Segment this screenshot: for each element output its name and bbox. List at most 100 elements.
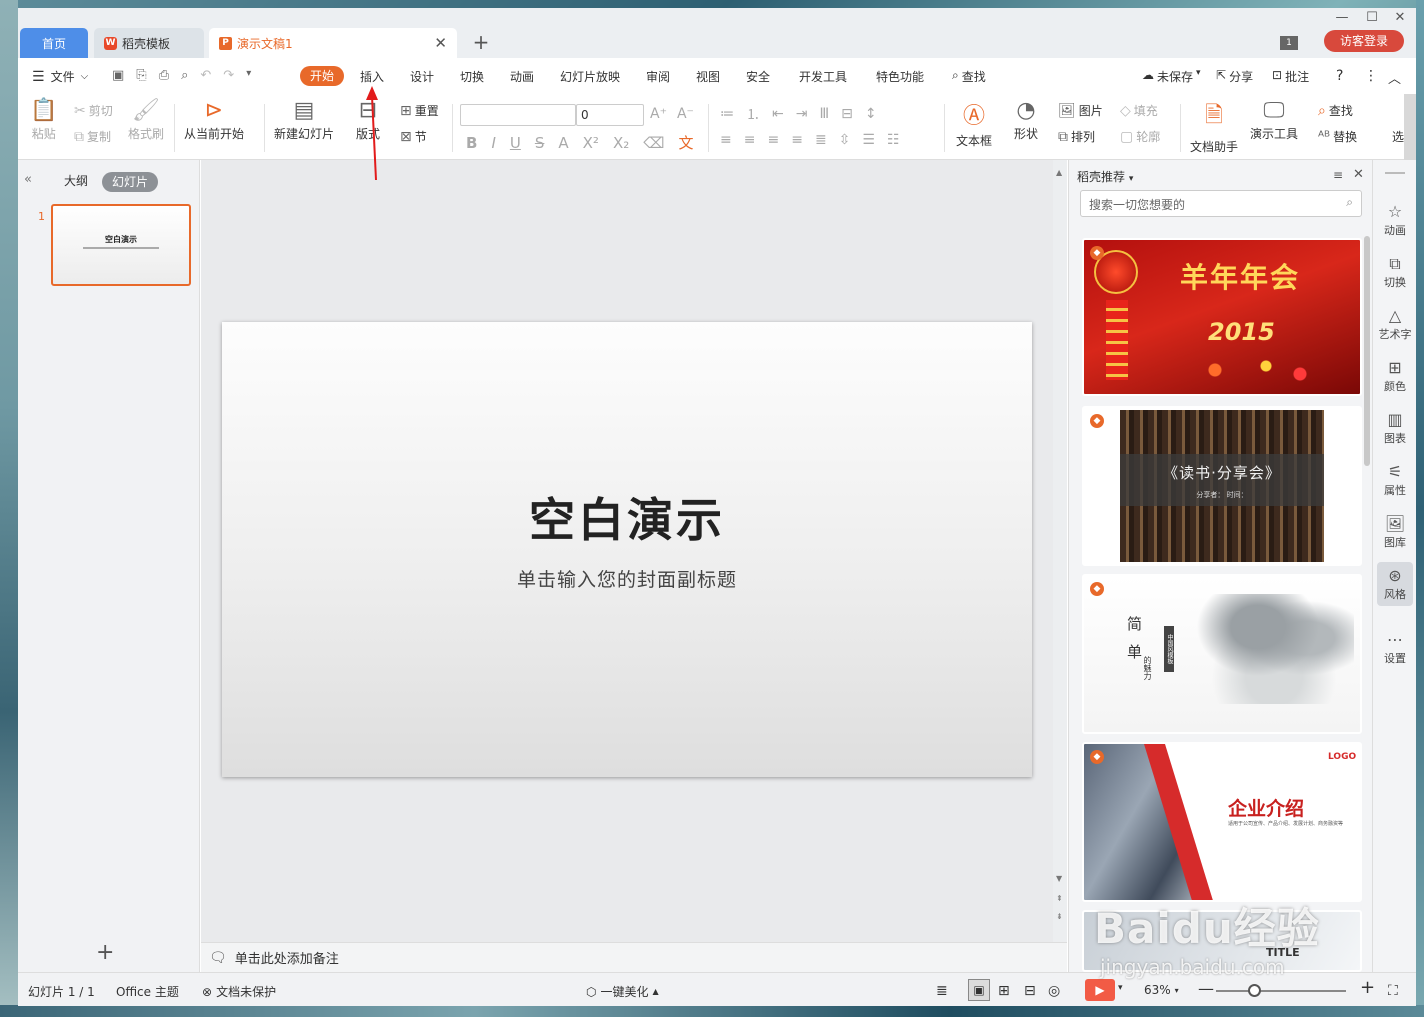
redo-icon[interactable]: ↷	[223, 68, 234, 83]
menu-tab-home[interactable]: 开始	[300, 66, 344, 86]
pane-header[interactable]: 稻壳推荐 ▾	[1077, 168, 1133, 185]
align-text-icon[interactable]: ⊟	[841, 106, 853, 122]
more-icon[interactable]: ⋮	[1364, 68, 1378, 84]
collapse-pane-icon[interactable]: «	[24, 172, 32, 187]
reset-button[interactable]: ⊞ 重置	[400, 102, 439, 119]
close-pane-icon[interactable]: ✕	[1353, 167, 1364, 182]
export-icon[interactable]: ⎘	[136, 68, 146, 83]
section-button[interactable]: ⊠ 节	[400, 128, 427, 145]
italic-icon[interactable]: I	[491, 134, 495, 152]
menu-search[interactable]: ⌕ 查找	[952, 68, 986, 85]
menu-tab-design[interactable]: 设计	[410, 68, 434, 85]
arrange-button[interactable]: ⧉ 排列	[1058, 128, 1095, 145]
zoom-in-icon[interactable]: +	[1360, 977, 1375, 998]
zoom-slider-track[interactable]	[1216, 990, 1346, 992]
grow-font-icon[interactable]: A⁺	[650, 106, 667, 122]
slide[interactable]: 空白演示 单击输入您的封面副标题	[222, 322, 1032, 777]
textbox-button[interactable]: Ⓐ 文本框	[956, 98, 992, 149]
add-slide-button[interactable]: +	[96, 940, 114, 965]
pane-scrollbar[interactable]	[1364, 236, 1370, 466]
numbered-list-icon[interactable]: ⒈	[746, 104, 760, 124]
tab-outline[interactable]: 大纲	[64, 172, 88, 189]
bullet-list-icon[interactable]: ≔	[720, 106, 734, 122]
menu-tab-animation[interactable]: 动画	[510, 68, 534, 85]
sidebar-item-animation[interactable]: ☆ 动画	[1373, 202, 1416, 238]
distribute-icon[interactable]: ≣	[815, 132, 827, 148]
increase-indent-icon[interactable]: ⇥	[796, 106, 808, 122]
unsaved-status[interactable]: ☁ 未保存 ▾	[1142, 68, 1201, 85]
add-tab-button[interactable]: +	[470, 30, 492, 54]
menu-tab-review[interactable]: 审阅	[646, 68, 670, 85]
sorter-view-icon[interactable]: ⊞	[998, 983, 1010, 999]
window-count-badge[interactable]: 1	[1280, 36, 1298, 50]
layout-button[interactable]: ⊟ 版式	[356, 98, 380, 142]
notes-area[interactable]: 🗨 单击此处添加备注	[201, 942, 1067, 972]
zoom-level[interactable]: 63% ▾	[1144, 983, 1179, 997]
template-card[interactable]: ◆ 羊年年会 2015	[1082, 238, 1362, 396]
font-name-select[interactable]	[460, 104, 576, 126]
presentation-tools-button[interactable]: 🖵 演示工具	[1250, 98, 1298, 142]
pinyin-icon[interactable]: 文	[678, 132, 693, 153]
collapse-ribbon-icon[interactable]: ︿	[1388, 68, 1401, 87]
print-preview-icon[interactable]: ⌕	[181, 68, 188, 83]
cut-button[interactable]: ✂ 剪切	[74, 102, 113, 119]
font-color-icon[interactable]: A	[558, 134, 568, 152]
superscript-icon[interactable]: X²	[583, 134, 599, 152]
line-spacing-icon[interactable]: ↕	[865, 106, 877, 122]
tab-home[interactable]: 首页	[20, 28, 88, 58]
column-spacing-icon[interactable]: ⇳	[839, 132, 851, 148]
zoom-out-icon[interactable]: —	[1198, 979, 1214, 998]
chevron-down-icon[interactable]: ▾	[1118, 983, 1123, 993]
align-right-icon[interactable]: ≡	[767, 132, 779, 148]
theme-name[interactable]: Office 主题	[116, 983, 179, 1000]
menu-tab-developer[interactable]: 开发工具	[799, 68, 847, 85]
text-direction-icon[interactable]: Ⅲ	[819, 106, 829, 122]
canvas-scrollbar[interactable]: ▲ ▼ ⇞ ⇟	[1053, 160, 1067, 942]
next-slide-icon[interactable]: ⇟	[1056, 912, 1063, 921]
pane-menu-icon[interactable]: ≡	[1333, 168, 1343, 182]
normal-view-icon[interactable]: ▣	[968, 979, 990, 1001]
subscript-icon[interactable]: X₂	[613, 134, 629, 152]
menu-tab-transition[interactable]: 切换	[460, 68, 484, 85]
presenter-view-icon[interactable]: ◎	[1048, 983, 1060, 999]
paragraph-spacing-icon[interactable]: ☷	[887, 132, 900, 148]
menu-tab-view[interactable]: 视图	[696, 68, 720, 85]
print-icon[interactable]: ⎙	[159, 68, 169, 83]
protection-status[interactable]: ⊗ 文档未保护	[202, 983, 276, 1000]
scroll-down-icon[interactable]: ▼	[1056, 874, 1062, 883]
customize-icon[interactable]: ▾	[246, 68, 251, 83]
reading-view-icon[interactable]: ⊟	[1024, 983, 1036, 999]
slide-title[interactable]: 空白演示	[222, 484, 1032, 550]
strikethrough-icon[interactable]: S	[535, 134, 545, 152]
paste-button[interactable]: 📋 粘贴	[30, 98, 57, 142]
prev-slide-icon[interactable]: ⇞	[1056, 894, 1063, 903]
ribbon-scroll-right[interactable]	[1404, 94, 1416, 160]
close-window-icon[interactable]: ✕	[1390, 10, 1410, 25]
play-slideshow-button[interactable]: ▶	[1085, 979, 1115, 1001]
beautify-button[interactable]: ⬡ 一键美化 ▲	[586, 983, 659, 1000]
template-card[interactable]: ◆ LOGO 企业介绍 适用于公司宣传、产品介绍、发展计划、商务融资等	[1082, 742, 1362, 902]
sidebar-item-properties[interactable]: ⚟ 属性	[1373, 462, 1416, 498]
tab-slides[interactable]: 幻灯片	[102, 172, 158, 192]
align-left-icon[interactable]: ≡	[720, 132, 732, 148]
template-card[interactable]: ◆ 《读书·分享会》 分享者： 时间：	[1082, 406, 1362, 566]
close-tab-icon[interactable]: ✕	[434, 34, 447, 52]
decrease-indent-icon[interactable]: ⇤	[772, 106, 784, 122]
login-button[interactable]: 访客登录	[1324, 30, 1404, 52]
sidebar-item-chart[interactable]: ▥ 图表	[1373, 410, 1416, 446]
eraser-icon[interactable]: ⌫	[643, 134, 664, 152]
file-menu[interactable]: ☰ 文件 ⌵	[32, 68, 88, 85]
find-button[interactable]: ⌕ 查找	[1318, 102, 1353, 119]
copy-button[interactable]: ⧉ 复制	[74, 128, 111, 145]
undo-icon[interactable]: ↶	[200, 68, 211, 83]
new-slide-button[interactable]: ▤ 新建幻灯片	[274, 98, 334, 142]
zoom-slider-handle[interactable]	[1248, 984, 1261, 997]
tab-document[interactable]: P 演示文稿1 ✕	[209, 28, 457, 58]
picture-button[interactable]: 🖼 图片	[1058, 102, 1103, 119]
underline-icon[interactable]: U	[510, 134, 521, 152]
slide-thumbnail[interactable]: 空白演示	[51, 204, 191, 286]
align-center-icon[interactable]: ≡	[744, 132, 756, 148]
menu-tab-features[interactable]: 特色功能	[876, 68, 924, 85]
play-from-current-button[interactable]: ⊳ 从当前开始	[184, 98, 244, 142]
replace-button[interactable]: ᴬᴮ 替换	[1318, 128, 1357, 145]
